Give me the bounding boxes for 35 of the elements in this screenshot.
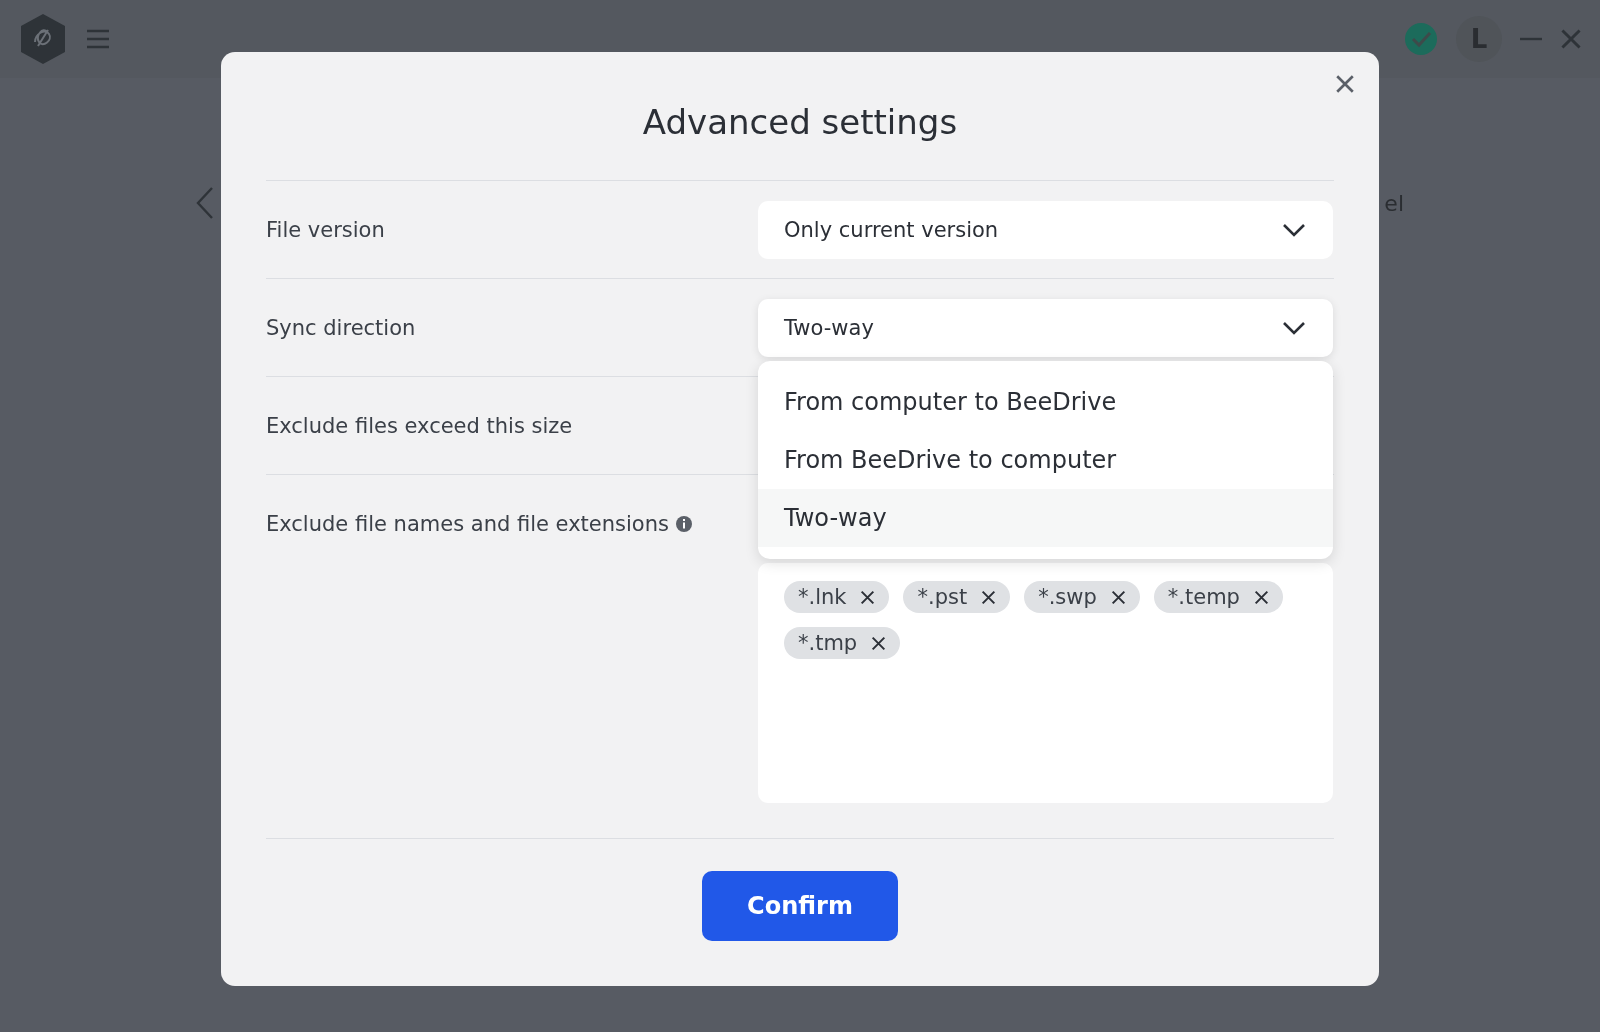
close-icon (1253, 589, 1269, 605)
setting-label: Sync direction (266, 315, 416, 342)
close-icon (1560, 28, 1582, 50)
info-icon (674, 515, 693, 533)
tag-chip: *.pst (903, 581, 1011, 613)
remove-tag-button[interactable] (1110, 589, 1126, 605)
remove-tag-button[interactable] (1253, 589, 1269, 605)
dropdown-option[interactable]: From BeeDrive to computer (758, 431, 1333, 489)
tag-chip: *.temp (1153, 581, 1283, 613)
remove-tag-button[interactable] (871, 635, 887, 651)
check-status-icon (1404, 22, 1438, 56)
confirm-button[interactable]: Confirm (702, 871, 898, 941)
remove-tag-button[interactable] (860, 589, 876, 605)
chevron-down-icon (1281, 222, 1307, 238)
dialog-title: Advanced settings (642, 102, 958, 142)
dropdown-option[interactable]: Two-way (758, 489, 1333, 547)
close-icon (981, 589, 997, 605)
close-icon (871, 635, 887, 651)
setting-label: Exclude file names and file extensions (266, 511, 669, 538)
tag-chip: *.tmp (784, 627, 901, 659)
tag-chip: *.lnk (784, 581, 890, 613)
tag-chip: *.swp (1024, 581, 1140, 613)
setting-label: File version (266, 217, 385, 244)
dropdown-select[interactable]: Two-way (758, 299, 1333, 357)
dropdown-option[interactable]: From computer to BeeDrive (758, 373, 1333, 431)
setting-label: Exclude files exceed this size (266, 413, 573, 440)
dropdown-select[interactable]: Only current version (758, 201, 1333, 259)
close-icon (1110, 589, 1126, 605)
logo-icon (18, 12, 68, 66)
back-chevron-icon (196, 186, 214, 220)
chevron-down-icon (1281, 320, 1307, 336)
tags-field[interactable]: *.lnk *.pst *.swp *.temp *.tmp (758, 563, 1333, 803)
remove-tag-button[interactable] (981, 589, 997, 605)
close-icon (1335, 74, 1355, 94)
close-icon (860, 589, 876, 605)
